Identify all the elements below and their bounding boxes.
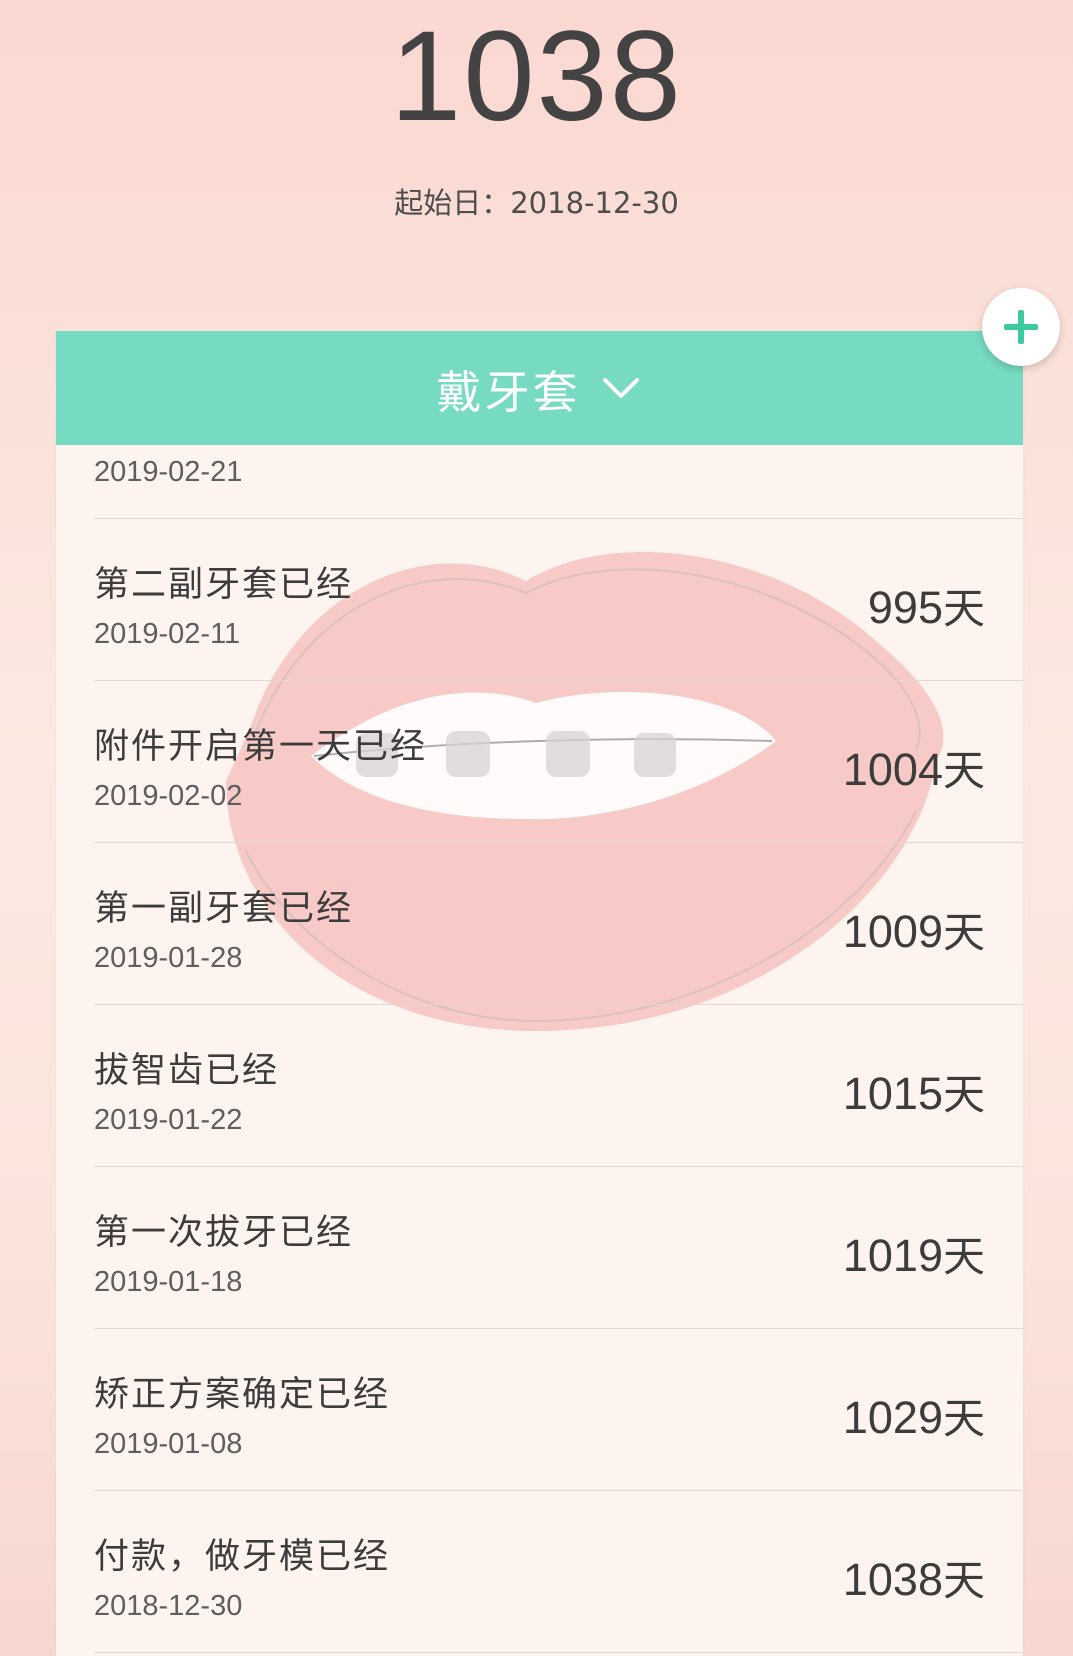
event-days: 1015天 bbox=[843, 1061, 985, 1122]
event-date: 2019-02-02 bbox=[94, 780, 243, 812]
event-days-unit: 天 bbox=[942, 584, 985, 633]
event-days-value: 1019 bbox=[842, 1230, 943, 1281]
start-date-value: 2018-12-30 bbox=[510, 186, 679, 220]
event-title: 第一副牙套已经 bbox=[94, 889, 354, 929]
list-item[interactable]: 拔智齿已经 2019-01-22 1015天 bbox=[94, 1004, 1023, 1167]
event-days-unit: 天 bbox=[942, 1232, 985, 1281]
event-days: 1019天 bbox=[843, 1223, 985, 1284]
event-days-unit: 天 bbox=[942, 1556, 985, 1605]
event-days-value: 1009 bbox=[842, 906, 943, 957]
event-days: 1004天 bbox=[843, 737, 985, 798]
event-days-unit: 天 bbox=[942, 1070, 985, 1119]
event-date: 2019-01-22 bbox=[94, 1104, 243, 1136]
event-title: 矫正方案确定已经 bbox=[94, 1375, 391, 1415]
add-event-button[interactable] bbox=[982, 288, 1060, 366]
event-days-unit: 天 bbox=[942, 746, 985, 795]
event-days-value: 995 bbox=[867, 582, 943, 633]
plus-icon bbox=[1004, 310, 1038, 344]
list-item[interactable]: 第一副牙套已经 2019-01-28 1009天 bbox=[94, 842, 1023, 1005]
event-date: 2019-02-11 bbox=[94, 618, 241, 650]
event-days-unit: 天 bbox=[942, 1394, 985, 1443]
summary-header: 1038 起始日：2018-12-30 bbox=[0, 0, 1073, 300]
list-item[interactable]: 矫正方案确定已经 2019-01-08 1029天 bbox=[94, 1328, 1023, 1491]
chevron-down-icon bbox=[602, 378, 639, 398]
event-days: 1029天 bbox=[843, 1385, 985, 1446]
event-days: 1009天 bbox=[843, 899, 985, 960]
list-item[interactable]: 付款，做牙模已经 2018-12-30 1038天 bbox=[94, 1490, 1023, 1653]
event-days-unit: 天 bbox=[942, 908, 985, 957]
event-days-value: 1015 bbox=[842, 1068, 943, 1119]
event-days: 995天 bbox=[868, 575, 985, 636]
event-title: 付款，做牙模已经 bbox=[94, 1537, 391, 1577]
event-days: 1038天 bbox=[843, 1547, 985, 1608]
event-title: 附件开启第一天已经 bbox=[94, 727, 428, 767]
event-title: 拔智齿已经 bbox=[94, 1051, 280, 1091]
total-days-count: 1038 bbox=[390, 5, 683, 148]
start-date-row: 起始日：2018-12-30 bbox=[0, 180, 1073, 222]
event-days-value: 1004 bbox=[842, 744, 943, 795]
event-title: 第一次拔牙已经 bbox=[94, 1213, 354, 1253]
start-date-label: 起始日： bbox=[394, 186, 511, 220]
list-item[interactable]: 第二副牙套已经 2019-02-11 995天 bbox=[94, 518, 1023, 681]
event-date: 2018-12-30 bbox=[94, 1590, 243, 1622]
event-days-value: 1038 bbox=[842, 1554, 943, 1605]
list-item[interactable]: 附件开启第一天已经 2019-02-02 1004天 bbox=[94, 680, 1023, 843]
event-title: 第二副牙套已经 bbox=[94, 565, 354, 605]
category-selector[interactable]: 戴牙套 bbox=[56, 331, 1023, 445]
event-date: 2019-01-28 bbox=[94, 942, 243, 974]
event-date: 2019-02-21 bbox=[94, 456, 243, 488]
category-title: 戴牙套 bbox=[436, 365, 581, 419]
event-list-card: 戴牙套 2019-02-21 第二副牙套已经 2019-02-11 995天 附… bbox=[56, 331, 1023, 1656]
event-date: 2019-01-08 bbox=[94, 1428, 243, 1460]
event-date: 2019-01-18 bbox=[94, 1266, 243, 1298]
event-days-value: 1029 bbox=[842, 1392, 943, 1443]
list-item[interactable]: 第一次拔牙已经 2019-01-18 1019天 bbox=[94, 1166, 1023, 1329]
